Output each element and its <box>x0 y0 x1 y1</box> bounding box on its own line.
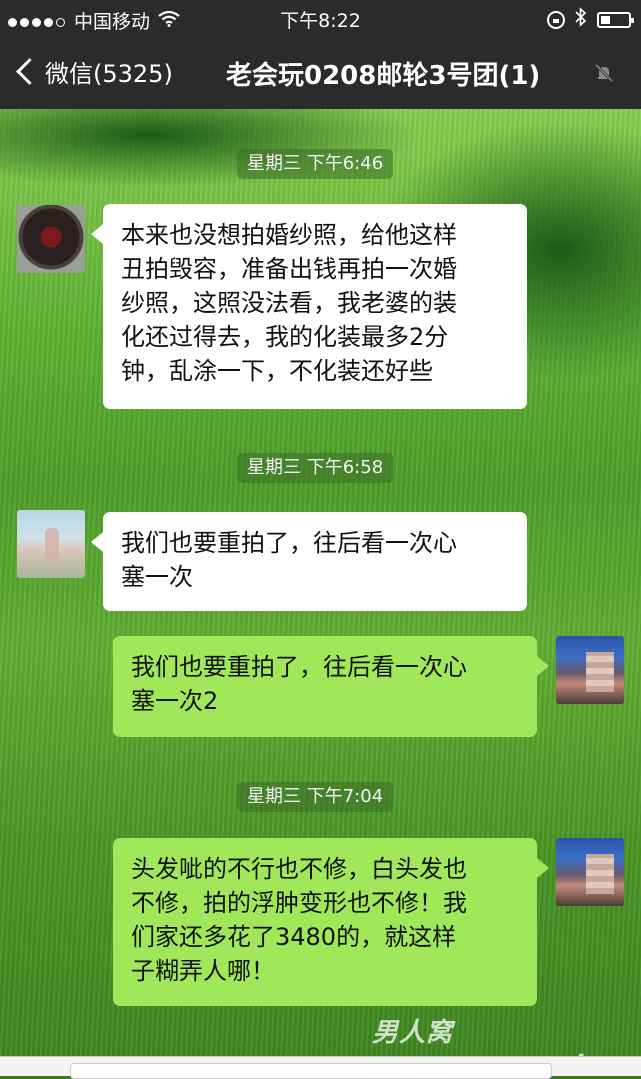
message-line: 子糊弄人哪！ <box>131 957 275 985</box>
outgoing-message-bubble[interactable]: 我们也要重拍了，往后看一次心 塞一次2 <box>113 636 549 737</box>
outgoing-message-bubble[interactable]: 头发呲的不行也不修，白头发也 不修，拍的浮肿变形也不修！我 们家还多花了3480… <box>113 838 549 1006</box>
message-line: 塞一次2 <box>131 687 219 715</box>
message-line: 我们也要重拍了，往后看一次心 <box>131 653 467 681</box>
clock: 下午8:22 <box>280 10 361 32</box>
chat-title: 老会玩0208邮轮3号团(1) <box>226 61 541 91</box>
avatar[interactable] <box>556 838 624 906</box>
message-line: 塞一次 <box>121 563 193 591</box>
incoming-message-bubble[interactable]: 本来也没想拍婚纱照，给他这样 丑拍毁容，准备出钱再拍一次婚 纱照，这照没法看，我… <box>91 204 527 409</box>
message-input[interactable] <box>70 1063 552 1079</box>
avatar[interactable] <box>17 510 85 578</box>
avatar[interactable] <box>556 636 624 704</box>
nav-bar: 微信(5325) 老会玩0208邮轮3号团(1) <box>0 36 641 109</box>
timestamp: 星期三 下午6:46 <box>237 149 394 179</box>
orientation-lock-icon <box>547 10 565 29</box>
message-line: 本来也没想拍婚纱照，给他这样 <box>121 221 457 249</box>
status-bar: 中国移动 下午8:22 <box>0 0 641 36</box>
back-chevron-icon <box>16 58 43 85</box>
timestamp: 星期三 下午6:58 <box>237 453 394 483</box>
input-bar <box>0 1056 641 1079</box>
message-line: 头发呲的不行也不修，白头发也 <box>131 855 467 883</box>
message-line: 钟，乱涂一下，不化装还好些 <box>121 357 433 385</box>
timestamp: 星期三 下午7:04 <box>237 782 394 812</box>
message-line: 不修，拍的浮肿变形也不修！我 <box>131 889 467 917</box>
message-line: 我们也要重拍了，往后看一次心 <box>121 529 457 557</box>
incoming-message-bubble[interactable]: 我们也要重拍了，往后看一次心 塞一次 <box>91 512 527 611</box>
back-label: 微信(5325) <box>45 60 173 88</box>
battery-icon <box>597 11 634 28</box>
message-line: 们家还多花了3480的，就这样 <box>131 923 457 951</box>
avatar[interactable] <box>17 205 85 273</box>
back-button[interactable]: 微信(5325) <box>14 54 173 89</box>
message-line: 丑拍毁容，准备出钱再拍一次婚 <box>121 255 457 283</box>
message-line: 纱照，这照没法看，我老婆的装 <box>121 289 457 317</box>
bluetooth-icon <box>575 7 587 32</box>
mute-icon <box>594 63 614 83</box>
message-line: 化还过得去，我的化装最多2分 <box>121 323 449 351</box>
